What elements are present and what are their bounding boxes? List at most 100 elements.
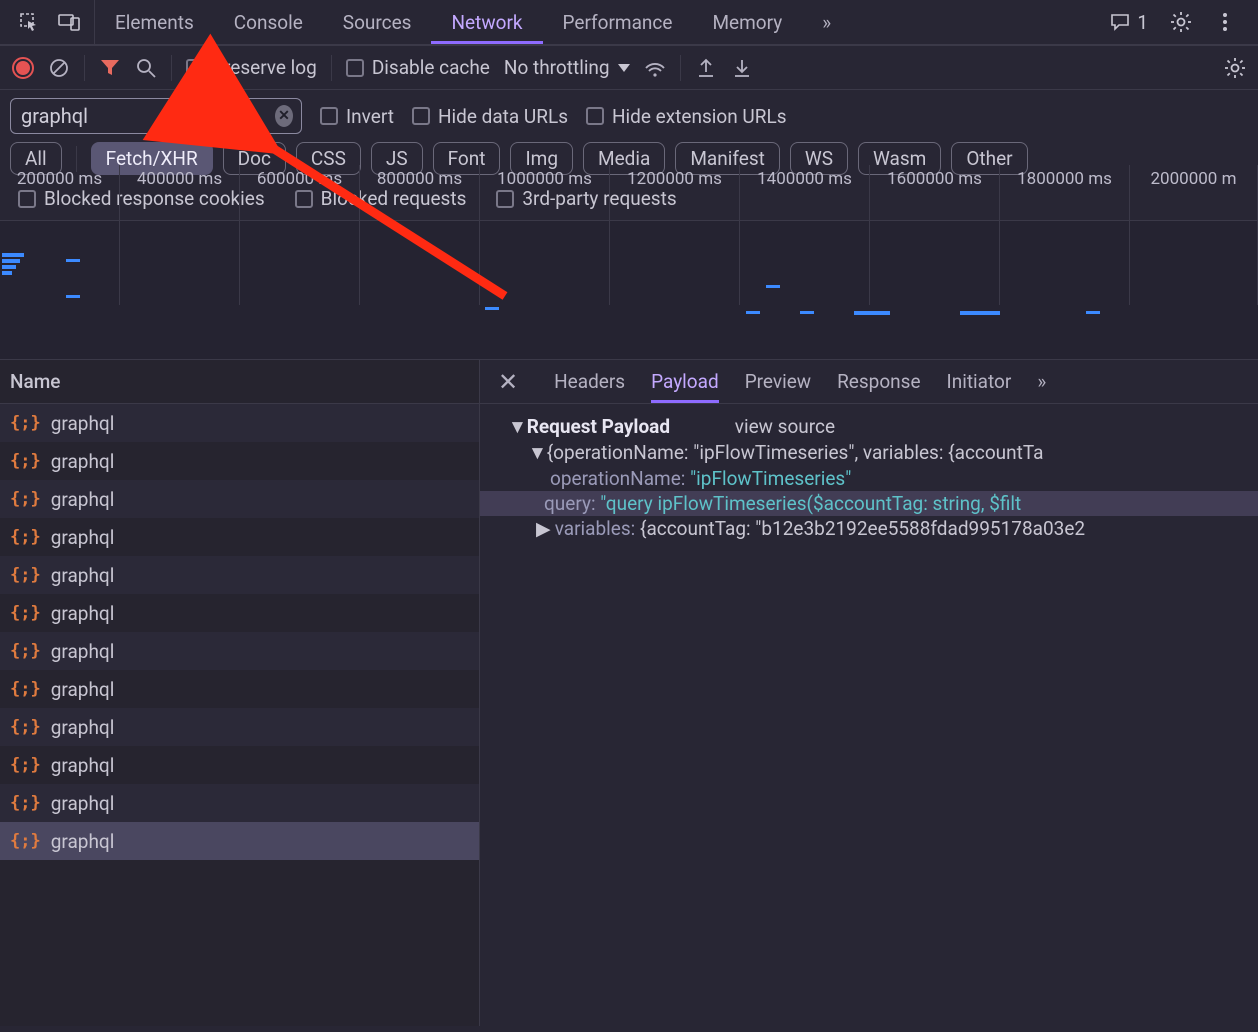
dtab-initiator[interactable]: Initiator <box>947 360 1012 403</box>
request-row[interactable]: {;}graphql <box>0 556 479 594</box>
request-row[interactable]: {;} graphql <box>0 784 479 822</box>
hide-data-urls-checkbox[interactable]: Hide data URLs <box>412 105 568 128</box>
throttling-select[interactable]: No throttling <box>504 56 630 79</box>
request-name: graphql <box>51 792 115 815</box>
collapse-triangle-icon[interactable]: ▼ <box>508 415 522 439</box>
invert-label: Invert <box>346 105 394 128</box>
download-har-icon[interactable] <box>731 57 753 79</box>
request-row[interactable]: {;}graphql <box>0 442 479 480</box>
request-name: graphql <box>51 830 115 853</box>
hide-extension-urls-label: Hide extension URLs <box>612 105 787 128</box>
search-icon[interactable] <box>135 57 157 79</box>
network-settings-gear-icon[interactable] <box>1224 57 1246 79</box>
network-conditions-icon[interactable] <box>644 57 666 79</box>
view-source-link[interactable]: view source <box>735 415 835 438</box>
chat-icon <box>1109 11 1131 33</box>
requests-list: {;} graphql {;} graphql {;} graphql {;} graphql… <box>0 404 479 860</box>
request-name: graphql <box>51 716 115 739</box>
collapse-triangle-icon[interactable]: ▼ <box>528 441 542 465</box>
kebab-menu-icon[interactable] <box>1214 11 1236 33</box>
filter-input[interactable] <box>21 104 275 128</box>
filter-icon[interactable] <box>99 57 121 79</box>
json-icon: {;} <box>10 793 41 813</box>
hide-data-urls-label: Hide data URLs <box>438 105 568 128</box>
more-tabs-button[interactable]: » <box>802 0 851 44</box>
preserve-log-label: Preserve log <box>212 56 317 79</box>
hide-extension-urls-checkbox[interactable]: Hide extension URLs <box>586 105 787 128</box>
request-name: graphql <box>51 526 115 549</box>
clear-log-icon[interactable] <box>48 57 70 79</box>
dtab-response[interactable]: Response <box>837 360 920 403</box>
tab-memory[interactable]: Memory <box>692 0 802 44</box>
clear-filter-icon[interactable]: ✕ <box>275 105 293 127</box>
json-icon: {;} <box>10 641 41 661</box>
throttling-value: No throttling <box>504 56 610 79</box>
payload-val-operationname: "ipFlowTimeseries" <box>690 467 851 490</box>
gear-icon[interactable] <box>1170 11 1192 33</box>
request-row[interactable]: {;} graphql <box>0 518 479 556</box>
request-row[interactable]: {;} graphql <box>0 404 479 442</box>
request-row[interactable]: {;} graphql <box>0 708 479 746</box>
json-icon: {;} <box>10 755 41 775</box>
request-details-pane: ✕ Headers Payload Preview Response Initi… <box>480 360 1258 1026</box>
request-name: graphql <box>51 754 115 777</box>
filter-input-wrapper: ✕ <box>10 98 302 134</box>
request-name: graphql <box>51 412 115 435</box>
record-button[interactable] <box>12 57 34 79</box>
detail-tabs: ✕ Headers Payload Preview Response Initi… <box>480 360 1258 404</box>
upload-har-icon[interactable] <box>695 57 717 79</box>
network-split-view: Name {;}graphql{;}graphql{;}graphql{;}gr… <box>0 360 1258 1026</box>
payload-key-variables: variables: <box>555 517 636 540</box>
request-name: graphql <box>51 488 115 511</box>
filter-row: ✕ Invert Hide data URLs Hide extension U… <box>0 90 1258 142</box>
tab-elements[interactable]: Elements <box>95 0 214 44</box>
dtab-preview[interactable]: Preview <box>745 360 811 403</box>
request-payload-title: Request Payload <box>527 415 670 438</box>
request-row[interactable]: {;}graphql <box>0 480 479 518</box>
json-icon: {;} <box>10 831 41 851</box>
request-row[interactable]: {;} graphql <box>0 670 479 708</box>
tab-console[interactable]: Console <box>214 0 323 44</box>
tab-sources[interactable]: Sources <box>323 0 432 44</box>
network-toolbar: Preserve log Disable cache No throttling <box>0 46 1258 90</box>
request-row[interactable]: {;} graphql <box>0 594 479 632</box>
issues-badge[interactable]: 1 <box>1109 11 1148 34</box>
json-icon: {;} <box>10 679 41 699</box>
request-name: graphql <box>51 678 115 701</box>
requests-column-header-name[interactable]: Name <box>0 360 479 404</box>
network-waterfall-overview[interactable]: 200000 ms 400000 ms 600000 ms 800000 ms … <box>0 220 1258 360</box>
request-name: graphql <box>51 564 115 587</box>
inspect-element-icon[interactable] <box>18 11 40 33</box>
request-row[interactable]: {;} graphql <box>0 632 479 670</box>
request-row[interactable]: {;} graphql <box>0 746 479 784</box>
close-details-icon[interactable]: ✕ <box>488 368 528 396</box>
waterfall-ticks: 200000 ms 400000 ms 600000 ms 800000 ms … <box>0 221 1258 249</box>
devtools-top-tabs: Elements Console Sources Network Perform… <box>0 0 1258 46</box>
dtab-more[interactable]: » <box>1037 360 1046 403</box>
json-icon: {;} <box>10 413 41 433</box>
payload-val-query: "query ipFlowTimeseries($accountTag: str… <box>600 492 1021 515</box>
device-toolbar-icon[interactable] <box>58 11 80 33</box>
json-icon: {;} <box>10 527 41 547</box>
expand-triangle-icon[interactable]: ▶ <box>536 517 550 540</box>
requests-list-pane: Name {;}graphql{;}graphql{;}graphql{;}gr… <box>0 360 480 1026</box>
preserve-log-checkbox[interactable]: Preserve log <box>186 56 317 79</box>
json-icon: {;} <box>10 717 41 737</box>
disable-cache-label: Disable cache <box>372 56 490 79</box>
json-icon: {;} <box>10 451 41 471</box>
tab-performance[interactable]: Performance <box>543 0 693 44</box>
request-name: graphql <box>51 602 115 625</box>
dtab-headers[interactable]: Headers <box>554 360 625 403</box>
payload-body: ▼ Request Payload view source ▼ {operati… <box>480 404 1258 551</box>
json-icon: {;} <box>10 603 41 623</box>
invert-checkbox[interactable]: Invert <box>320 105 394 128</box>
request-name: graphql <box>51 640 115 663</box>
dtab-payload[interactable]: Payload <box>651 360 719 403</box>
payload-selected-line[interactable]: query: "query ipFlowTimeseries($accountT… <box>480 491 1258 516</box>
disable-cache-checkbox[interactable]: Disable cache <box>346 56 490 79</box>
tab-network[interactable]: Network <box>431 0 542 44</box>
payload-top-object: {operationName: "ipFlowTimeseries", vari… <box>547 441 1044 464</box>
top-left-icons <box>4 0 95 44</box>
chevron-down-icon <box>618 64 630 72</box>
request-row[interactable]: {;} graphql <box>0 822 479 860</box>
